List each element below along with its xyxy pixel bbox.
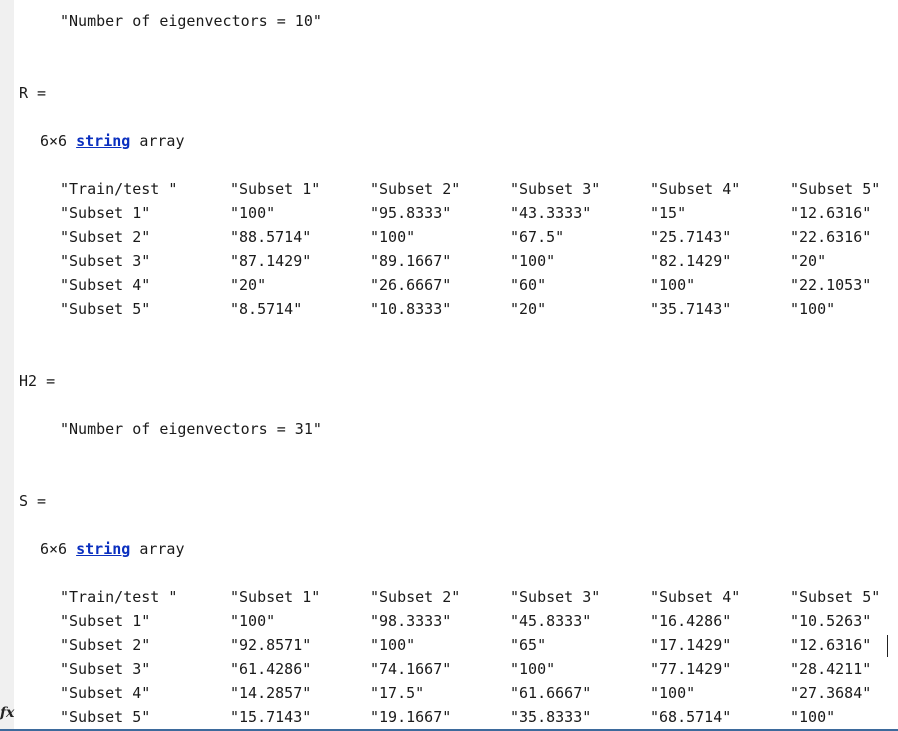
r-cell-r4-c5: "22.1053" <box>790 276 872 294</box>
s-cell-r0-c1: "Subset 1" <box>230 588 321 606</box>
s-size-line: 6×6 string array <box>40 540 185 558</box>
r-cell-r5-c1: "8.5714" <box>230 300 303 318</box>
r-cell-r4-c3: "60" <box>510 276 547 294</box>
s-cell-r5-c0: "Subset 5" <box>60 708 151 726</box>
r-cell-r1-c3: "43.3333" <box>510 204 592 222</box>
s-cell-r5-c1: "15.7143" <box>230 708 312 726</box>
s-cell-r2-c1: "92.8571" <box>230 636 312 654</box>
s-cell-r3-c4: "77.1429" <box>650 660 732 678</box>
command-window[interactable]: "Number of eigenvectors = 10" R = 6×6 st… <box>0 0 898 731</box>
s-cell-r1-c3: "45.8333" <box>510 612 592 630</box>
text-cursor <box>887 635 888 657</box>
r-cell-r3-c0: "Subset 3" <box>60 252 151 270</box>
r-cell-r4-c1: "20" <box>230 276 267 294</box>
r-cell-r5-c3: "20" <box>510 300 547 318</box>
s-cell-r3-c0: "Subset 3" <box>60 660 151 678</box>
s-cell-r5-c2: "19.1667" <box>370 708 452 726</box>
r-cell-r0-c0: "Train/test " <box>60 180 178 198</box>
r-cell-r1-c5: "12.6316" <box>790 204 872 222</box>
r-cell-r5-c5: "100" <box>790 300 836 318</box>
r-size-text: 6×6 <box>40 132 68 150</box>
r-class-link[interactable]: string <box>76 132 130 150</box>
s-cell-r5-c4: "68.5714" <box>650 708 732 726</box>
r-size-line: 6×6 string array <box>40 132 185 150</box>
s-cell-r4-c2: "17.5" <box>370 684 425 702</box>
fx-prompt-icon[interactable]: fx <box>0 704 14 722</box>
s-cell-r4-c0: "Subset 4" <box>60 684 151 702</box>
s-cell-r3-c3: "100" <box>510 660 556 678</box>
s-class-suffix: array <box>139 540 185 558</box>
r-cell-r1-c4: "15" <box>650 204 687 222</box>
h1-value: "Number of eigenvectors = 10" <box>60 12 322 30</box>
s-cell-r2-c3: "65" <box>510 636 547 654</box>
s-cell-r2-c2: "100" <box>370 636 416 654</box>
r-cell-r5-c2: "10.8333" <box>370 300 452 318</box>
h2-value: "Number of eigenvectors = 31" <box>60 420 322 438</box>
s-cell-r3-c1: "61.4286" <box>230 660 312 678</box>
r-cell-r4-c0: "Subset 4" <box>60 276 151 294</box>
s-cell-r4-c3: "61.6667" <box>510 684 592 702</box>
r-cell-r3-c3: "100" <box>510 252 556 270</box>
r-cell-r4-c4: "100" <box>650 276 696 294</box>
s-cell-r2-c5: "12.6316" <box>790 636 872 654</box>
s-cell-r1-c5: "10.5263" <box>790 612 872 630</box>
r-variable-label: R = <box>19 84 47 102</box>
r-cell-r0-c4: "Subset 4" <box>650 180 741 198</box>
r-cell-r5-c4: "35.7143" <box>650 300 732 318</box>
s-cell-r4-c1: "14.2857" <box>230 684 312 702</box>
s-cell-r1-c4: "16.4286" <box>650 612 732 630</box>
r-cell-r0-c1: "Subset 1" <box>230 180 321 198</box>
r-cell-r2-c1: "88.5714" <box>230 228 312 246</box>
s-cell-r4-c5: "27.3684" <box>790 684 872 702</box>
s-variable-label: S = <box>19 492 47 510</box>
s-cell-r3-c2: "74.1667" <box>370 660 452 678</box>
s-cell-r5-c5: "100" <box>790 708 836 726</box>
r-cell-r3-c1: "87.1429" <box>230 252 312 270</box>
s-class-link[interactable]: string <box>76 540 130 558</box>
s-cell-r0-c2: "Subset 2" <box>370 588 461 606</box>
r-cell-r3-c5: "20" <box>790 252 827 270</box>
h2-variable-label: H2 = <box>19 372 56 390</box>
s-cell-r0-c4: "Subset 4" <box>650 588 741 606</box>
r-cell-r2-c2: "100" <box>370 228 416 246</box>
r-cell-r1-c0: "Subset 1" <box>60 204 151 222</box>
s-size-text: 6×6 <box>40 540 68 558</box>
s-cell-r0-c0: "Train/test " <box>60 588 178 606</box>
r-cell-r2-c3: "67.5" <box>510 228 565 246</box>
r-cell-r2-c0: "Subset 2" <box>60 228 151 246</box>
s-cell-r0-c5: "Subset 5" <box>790 588 881 606</box>
r-cell-r5-c0: "Subset 5" <box>60 300 151 318</box>
s-cell-r2-c0: "Subset 2" <box>60 636 151 654</box>
r-cell-r0-c2: "Subset 2" <box>370 180 461 198</box>
r-cell-r4-c2: "26.6667" <box>370 276 452 294</box>
s-cell-r1-c0: "Subset 1" <box>60 612 151 630</box>
s-cell-r3-c5: "28.4211" <box>790 660 872 678</box>
s-cell-r5-c3: "35.8333" <box>510 708 592 726</box>
s-cell-r1-c2: "98.3333" <box>370 612 452 630</box>
r-cell-r3-c2: "89.1667" <box>370 252 452 270</box>
s-cell-r0-c3: "Subset 3" <box>510 588 601 606</box>
s-cell-r4-c4: "100" <box>650 684 696 702</box>
r-cell-r0-c5: "Subset 5" <box>790 180 881 198</box>
r-cell-r3-c4: "82.1429" <box>650 252 732 270</box>
r-cell-r0-c3: "Subset 3" <box>510 180 601 198</box>
r-cell-r2-c4: "25.7143" <box>650 228 732 246</box>
r-cell-r2-c5: "22.6316" <box>790 228 872 246</box>
s-cell-r2-c4: "17.1429" <box>650 636 732 654</box>
left-gutter <box>0 0 14 729</box>
r-class-suffix: array <box>139 132 185 150</box>
r-cell-r1-c2: "95.8333" <box>370 204 452 222</box>
s-cell-r1-c1: "100" <box>230 612 276 630</box>
r-cell-r1-c1: "100" <box>230 204 276 222</box>
